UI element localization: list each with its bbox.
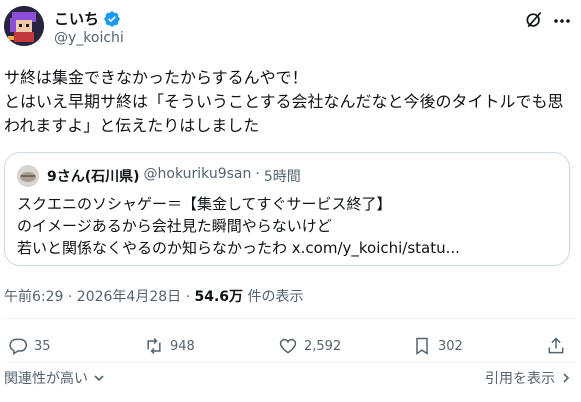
heart-icon bbox=[279, 338, 297, 354]
view-quotes-label: 引用を表示 bbox=[485, 371, 555, 387]
sort-dropdown[interactable]: 関連性が高い bbox=[4, 368, 106, 388]
view-quotes-link[interactable]: 引用を表示 bbox=[485, 368, 573, 388]
tweet-meta: 午前6:29 · 2026年4月28日 · 54.6万 件の表示 bbox=[4, 286, 304, 306]
share-icon bbox=[548, 337, 564, 354]
quoted-tweet[interactable]: 9さん(石川県) @hokuriku9san · 5時間 スクエニのソシャゲー＝… bbox=[4, 152, 570, 266]
share-button[interactable] bbox=[546, 336, 566, 356]
tweet-text: サ終は集金できなかったからするんやで！ とはいえ早期サ終は「そういうことする会社… bbox=[4, 68, 564, 135]
chevron-right-icon bbox=[563, 373, 570, 383]
repost-button[interactable]: 948 bbox=[144, 336, 195, 356]
quote-avatar-icon bbox=[17, 165, 39, 187]
reply-count: 35 bbox=[34, 338, 51, 354]
quote-avatar[interactable] bbox=[17, 165, 39, 187]
like-count: 2,592 bbox=[304, 338, 342, 354]
divider-bottom bbox=[4, 362, 576, 363]
quote-text: スクエニのソシャゲー＝【集金してすぐサービス終了】 のイメージあるから会社見た瞬… bbox=[17, 195, 460, 257]
action-bar: 35 948 2,592 302 bbox=[0, 336, 581, 360]
grok-icon[interactable] bbox=[524, 10, 544, 30]
author-name[interactable]: こいち bbox=[54, 8, 121, 29]
reply-icon bbox=[9, 338, 28, 355]
quote-author-handle[interactable]: @hokuriku9san bbox=[144, 166, 252, 186]
avatar[interactable] bbox=[4, 6, 44, 46]
chevron-down-icon bbox=[94, 375, 104, 382]
sort-label: 関連性が高い bbox=[4, 371, 88, 387]
like-button[interactable]: 2,592 bbox=[278, 336, 341, 356]
quote-separator: · bbox=[255, 166, 260, 182]
author-handle[interactable]: @y_koichi bbox=[54, 30, 124, 46]
bookmark-icon bbox=[416, 337, 428, 355]
quote-header: 9さん(石川県) @hokuriku9san · 5時間 bbox=[47, 166, 301, 186]
views-label: 件の表示 bbox=[247, 289, 304, 305]
divider-top bbox=[4, 318, 576, 319]
timestamp[interactable]: 午前6:29 · 2026年4月28日 · bbox=[4, 289, 190, 305]
reply-button[interactable]: 35 bbox=[8, 336, 51, 356]
repost-icon bbox=[147, 337, 161, 355]
repost-count: 948 bbox=[170, 338, 195, 354]
quote-author-name[interactable]: 9さん(石川県) bbox=[47, 166, 140, 186]
bookmark-count: 302 bbox=[438, 338, 463, 354]
author-name-text[interactable]: こいち bbox=[54, 8, 99, 29]
more-options-icon[interactable] bbox=[552, 14, 572, 28]
avatar-pixel-art-icon bbox=[4, 6, 44, 46]
verified-badge-icon bbox=[104, 10, 120, 27]
bookmark-button[interactable]: 302 bbox=[412, 336, 463, 356]
views-count: 54.6万 bbox=[194, 289, 244, 305]
quote-time[interactable]: 5時間 bbox=[264, 166, 301, 186]
